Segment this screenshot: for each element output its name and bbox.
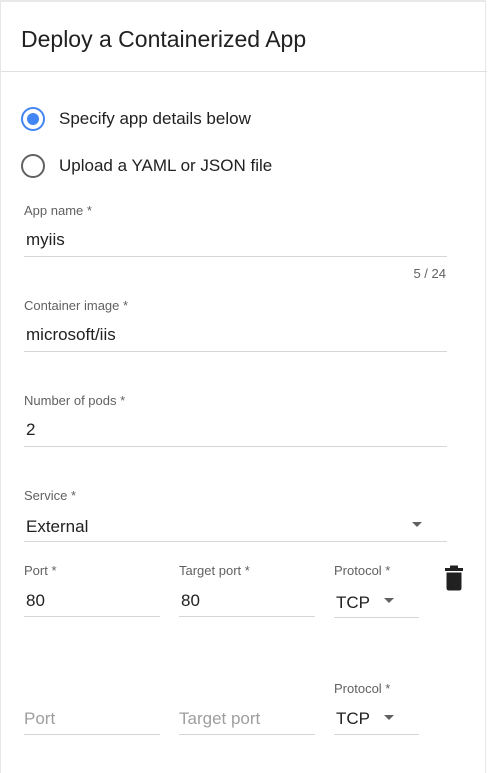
- protocol-underline: [334, 617, 419, 618]
- chevron-down-icon[interactable]: [384, 715, 394, 720]
- radio-upload-file-label: Upload a YAML or JSON file: [59, 156, 273, 175]
- port-underline: [24, 616, 160, 617]
- page-title: Deploy a Containerized App: [21, 26, 307, 52]
- new-protocol-selected-value[interactable]: TCP: [336, 709, 370, 729]
- port-field[interactable]: Port * 80: [24, 563, 160, 619]
- protocol-selected-value[interactable]: TCP: [336, 593, 370, 613]
- target-port-field[interactable]: Target port * 80: [179, 563, 315, 619]
- radio-specify-details-label: Specify app details below: [59, 109, 251, 128]
- port-label: Port *: [24, 563, 57, 578]
- new-target-port-input[interactable]: Target port: [179, 709, 260, 729]
- app-name-label: App name *: [24, 203, 92, 218]
- trash-icon[interactable]: [443, 565, 465, 591]
- service-underline: [24, 541, 447, 542]
- radio-specify-details[interactable]: Specify app details below: [21, 106, 251, 132]
- deploy-dialog: Deploy a Containerized App Specify app d…: [0, 0, 487, 773]
- app-name-underline: [24, 256, 447, 257]
- app-name-field[interactable]: App name * myiis 5 / 24: [24, 203, 447, 283]
- new-target-port-field[interactable]: Target port: [179, 681, 315, 737]
- container-image-input[interactable]: microsoft/iis: [26, 325, 116, 345]
- target-port-underline: [179, 616, 315, 617]
- target-port-input[interactable]: 80: [181, 591, 200, 611]
- app-name-counter: 5 / 24: [413, 266, 446, 281]
- radio-button-checked-icon[interactable]: [21, 107, 45, 131]
- pods-label: Number of pods *: [24, 393, 126, 408]
- radio-button-unchecked-icon[interactable]: [21, 154, 45, 178]
- new-port-underline: [24, 734, 160, 735]
- new-protocol-underline: [334, 734, 419, 735]
- protocol-label: Protocol *: [334, 563, 391, 578]
- service-selected-value[interactable]: External: [26, 517, 88, 537]
- chevron-down-icon[interactable]: [384, 598, 394, 603]
- chevron-down-icon[interactable]: [412, 522, 422, 527]
- new-target-port-underline: [179, 734, 315, 735]
- container-image-underline: [24, 351, 447, 352]
- target-port-label: Target port *: [179, 563, 250, 578]
- service-select[interactable]: Service * External: [24, 488, 447, 544]
- new-port-input[interactable]: Port: [24, 709, 55, 729]
- container-image-label: Container image *: [24, 298, 129, 313]
- app-name-input[interactable]: myiis: [26, 230, 65, 250]
- pods-field[interactable]: Number of pods * 2: [24, 393, 447, 449]
- protocol-select[interactable]: Protocol * TCP: [334, 563, 419, 619]
- new-port-field[interactable]: Port: [24, 681, 160, 737]
- new-protocol-label: Protocol *: [334, 681, 391, 696]
- pods-underline: [24, 446, 447, 447]
- dialog-header: Deploy a Containerized App: [1, 2, 487, 72]
- pods-input[interactable]: 2: [26, 420, 35, 440]
- new-protocol-select[interactable]: Protocol * TCP: [334, 681, 419, 737]
- radio-upload-file[interactable]: Upload a YAML or JSON file: [21, 153, 272, 179]
- service-label: Service *: [24, 488, 77, 503]
- port-input[interactable]: 80: [26, 591, 45, 611]
- container-image-field[interactable]: Container image * microsoft/iis: [24, 298, 447, 354]
